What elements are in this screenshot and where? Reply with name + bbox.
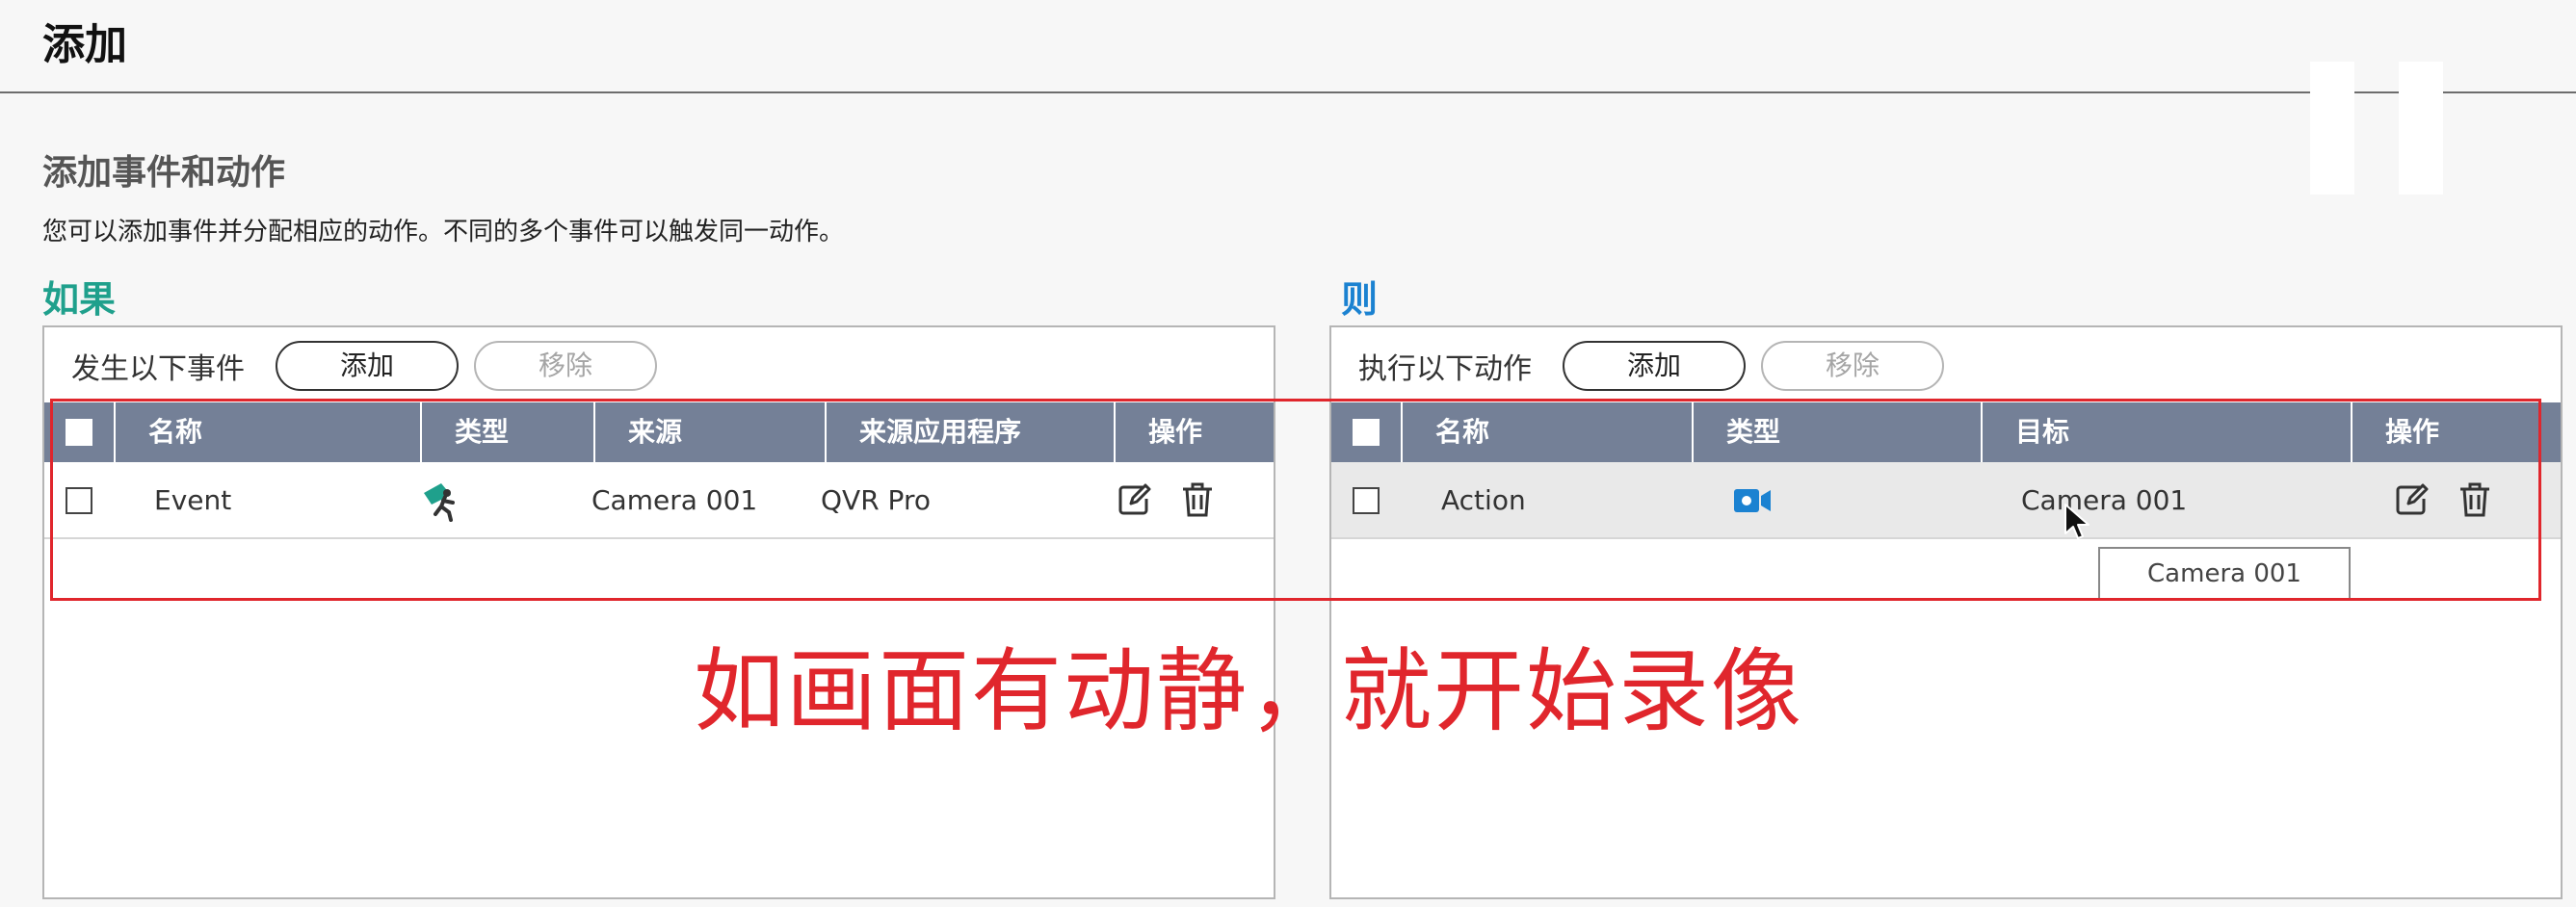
remove-event-button[interactable]: 移除 xyxy=(474,341,657,391)
actions-toolbar: 执行以下动作 添加 移除 xyxy=(1331,327,2561,397)
section-title: 添加事件和动作 xyxy=(42,153,286,193)
add-action-button[interactable]: 添加 xyxy=(1563,341,1746,391)
highlight-box xyxy=(50,399,2541,601)
events-toolbar-label: 发生以下事件 xyxy=(71,352,245,386)
section-description: 您可以添加事件并分配相应的动作。不同的多个事件可以触发同一动作。 xyxy=(42,218,845,246)
decorative-block xyxy=(2310,62,2354,194)
page-header: 添加 xyxy=(0,0,2576,93)
annotation-text: 如画面有动静，就开始录像 xyxy=(694,639,1804,744)
decorative-block xyxy=(2399,62,2443,194)
add-event-button[interactable]: 添加 xyxy=(276,341,459,391)
if-label: 如果 xyxy=(42,278,117,321)
remove-action-button[interactable]: 移除 xyxy=(1761,341,1944,391)
events-toolbar: 发生以下事件 添加 移除 xyxy=(44,327,1274,397)
actions-toolbar-label: 执行以下动作 xyxy=(1358,352,1532,386)
page-title: 添加 xyxy=(42,20,127,69)
then-label: 则 xyxy=(1341,278,1379,321)
